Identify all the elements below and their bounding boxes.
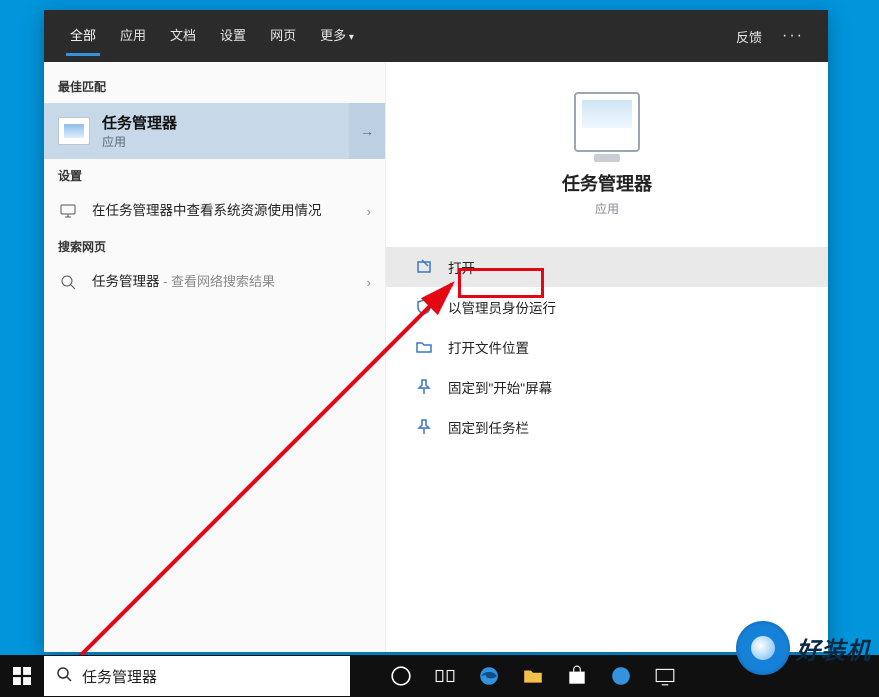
open-icon: [416, 259, 432, 275]
tab-docs[interactable]: 文档: [158, 10, 208, 62]
details-sub: 应用: [386, 200, 828, 217]
best-match-title: 任务管理器: [102, 112, 337, 133]
pin-icon: [416, 379, 432, 395]
settings-result-text: 在任务管理器中查看系统资源使用情况: [92, 202, 353, 220]
action-pin-taskbar[interactable]: 固定到任务栏: [386, 407, 828, 447]
best-match-expand[interactable]: →: [349, 103, 385, 159]
tab-apps[interactable]: 应用: [108, 10, 158, 62]
search-input-value: 任务管理器: [82, 666, 338, 687]
start-button[interactable]: [0, 655, 44, 697]
task-view-icon[interactable]: [434, 665, 456, 687]
web-result-main: 任务管理器: [92, 274, 160, 289]
taskbar-search[interactable]: 任务管理器: [44, 656, 350, 696]
search-icon: [58, 274, 78, 290]
watermark: 好装机: [736, 621, 871, 675]
settings-result-item[interactable]: 在任务管理器中查看系统资源使用情况 ›: [44, 192, 385, 230]
results-pane: 最佳匹配 任务管理器 应用 → 设置 在任务管理器中查看系统资源使用情况 › 搜…: [44, 62, 386, 652]
action-run-admin[interactable]: 以管理员身份运行: [386, 287, 828, 327]
action-open-location[interactable]: 打开文件位置: [386, 327, 828, 367]
task-manager-icon: [58, 117, 90, 145]
tabs-bar: 全部 应用 文档 设置 网页 更多 反馈 ···: [44, 10, 828, 62]
best-match-header: 最佳匹配: [44, 70, 385, 103]
browser-icon[interactable]: [610, 665, 632, 687]
watermark-text: 好装机: [796, 631, 871, 666]
feedback-link[interactable]: 反馈: [726, 27, 772, 46]
monitor-icon: [58, 203, 78, 219]
best-match-item[interactable]: 任务管理器 应用 →: [44, 103, 385, 159]
action-open-label: 打开: [448, 257, 475, 277]
monitor-icon[interactable]: [654, 665, 676, 687]
file-explorer-icon[interactable]: [522, 665, 544, 687]
action-run-admin-label: 以管理员身份运行: [448, 297, 556, 317]
action-open[interactable]: 打开: [386, 247, 828, 287]
action-list: 打开 以管理员身份运行 打开文件位置 固定到"开始"屏幕 固定到任务栏: [386, 247, 828, 447]
tab-settings[interactable]: 设置: [208, 10, 258, 62]
search-panel: 全部 应用 文档 设置 网页 更多 反馈 ··· 最佳匹配 任务管理器 应用 →…: [44, 10, 828, 652]
store-icon[interactable]: [566, 665, 588, 687]
settings-header: 设置: [44, 159, 385, 192]
web-result-item[interactable]: 任务管理器 - 查看网络搜索结果 ›: [44, 263, 385, 301]
details-pane: 任务管理器 应用 打开 以管理员身份运行 打开文件位置 固定到"开始"屏幕: [386, 62, 828, 652]
shield-icon: [416, 299, 432, 315]
details-title: 任务管理器: [386, 170, 828, 196]
tab-all[interactable]: 全部: [58, 10, 108, 62]
action-pin-start-label: 固定到"开始"屏幕: [448, 377, 552, 397]
cortana-icon[interactable]: [390, 665, 412, 687]
best-match-sub: 应用: [102, 133, 337, 150]
action-open-location-label: 打开文件位置: [448, 337, 529, 357]
action-pin-taskbar-label: 固定到任务栏: [448, 417, 529, 437]
options-ellipsis[interactable]: ···: [772, 27, 814, 45]
chevron-right-icon: ›: [367, 204, 371, 219]
web-result-secondary: - 查看网络搜索结果: [160, 274, 276, 289]
folder-icon: [416, 339, 432, 355]
pin-icon: [416, 419, 432, 435]
edge-icon[interactable]: [478, 665, 500, 687]
search-icon: [56, 666, 72, 687]
action-pin-start[interactable]: 固定到"开始"屏幕: [386, 367, 828, 407]
chevron-right-icon: ›: [367, 275, 371, 290]
web-header: 搜索网页: [44, 230, 385, 263]
tab-web[interactable]: 网页: [258, 10, 308, 62]
task-manager-hero-icon: [574, 92, 640, 152]
tab-more[interactable]: 更多: [308, 10, 366, 62]
